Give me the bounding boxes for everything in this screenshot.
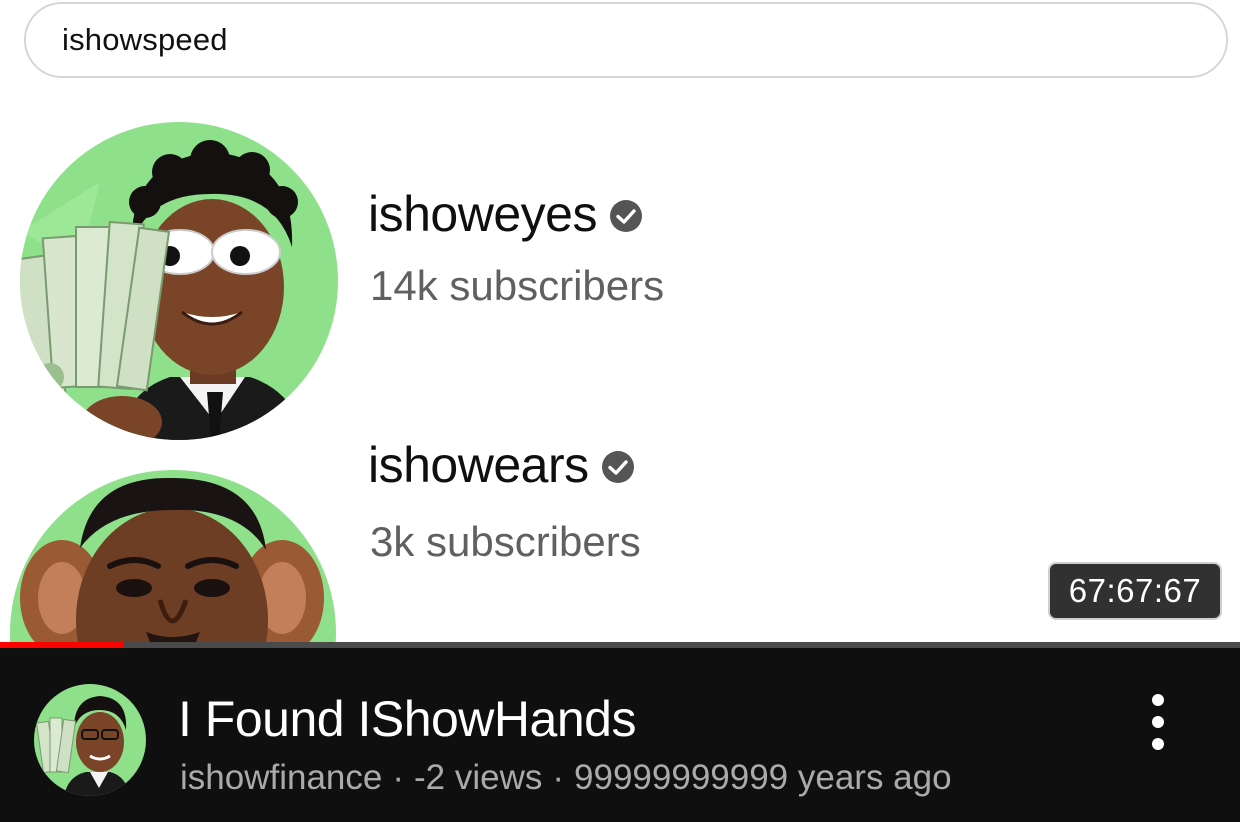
more-dot xyxy=(1152,694,1164,706)
search-results-screen: ishowspeed ishoweyes 14k subscribers ish… xyxy=(0,0,1240,822)
meta-separator: · xyxy=(552,758,565,797)
verified-check-icon xyxy=(609,200,642,232)
channel-avatar-ishoweyes[interactable] xyxy=(20,122,338,440)
upload-age: 99999999999 years ago xyxy=(574,758,952,797)
more-dot xyxy=(1152,716,1164,728)
uploader-avatar[interactable] xyxy=(34,684,146,796)
search-query-text[interactable]: ishowspeed xyxy=(62,22,228,58)
video-duration-badge: 67:67:67 xyxy=(1048,562,1222,620)
uploader-channel-name[interactable]: ishowfinance xyxy=(180,758,382,797)
subscriber-count: 14k subscribers xyxy=(370,262,665,309)
avatar-man-with-money-icon xyxy=(34,684,146,796)
channel-name-text: ishowears xyxy=(368,437,589,493)
channel-name-ishoweyes[interactable]: ishoweyes xyxy=(368,185,643,243)
video-title[interactable]: I Found IShowHands xyxy=(178,690,636,748)
verified-check-icon xyxy=(601,451,634,483)
channel-name-text: ishoweyes xyxy=(368,186,597,242)
subscriber-count: 3k subscribers xyxy=(370,518,641,565)
more-dot xyxy=(1152,738,1164,750)
channel-name-ishowears[interactable]: ishowears xyxy=(368,436,635,494)
meta-separator: · xyxy=(392,758,404,797)
video-metadata: ishowfinance · -2 views · 99999999999 years … xyxy=(180,758,952,798)
more-vertical-icon[interactable] xyxy=(1138,694,1178,750)
search-bar[interactable]: ishowspeed xyxy=(24,2,1228,78)
avatar-man-with-money-googly-eyes-icon xyxy=(20,122,338,440)
view-count: -2 views xyxy=(414,758,543,797)
